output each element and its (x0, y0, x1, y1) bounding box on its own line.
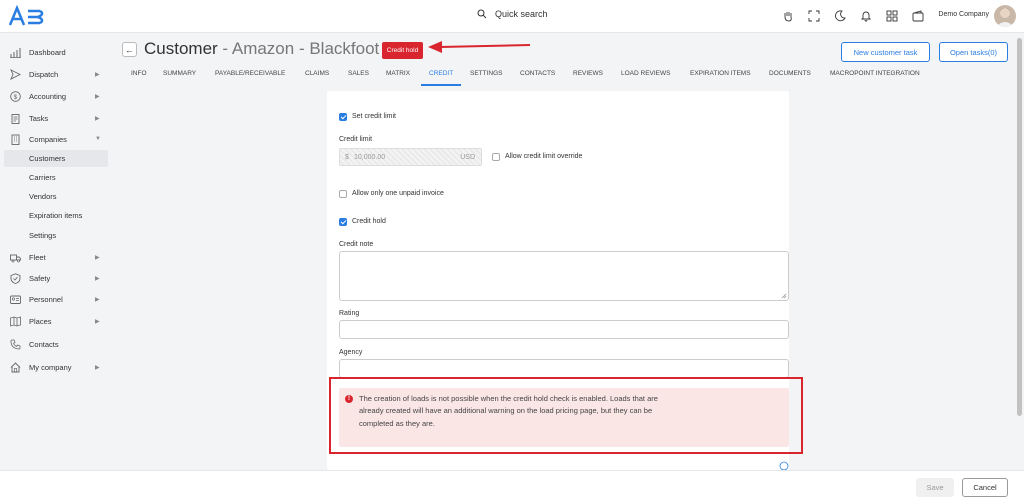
credit-hold-badge: Credit hold (382, 42, 423, 59)
building-icon (11, 134, 20, 145)
tab-contacts[interactable]: CONTACTS (520, 70, 555, 77)
credit-note-textarea[interactable] (339, 251, 789, 301)
fullscreen-icon[interactable] (808, 10, 820, 22)
credit-limit-input[interactable]: $ 10,000.00 USD (339, 148, 482, 166)
set-credit-limit-checkbox[interactable] (339, 113, 347, 121)
save-button[interactable]: Save (916, 478, 954, 497)
quick-search[interactable]: Quick search (477, 9, 548, 19)
arrow-left-icon: ← (125, 44, 134, 55)
search-icon (477, 9, 487, 19)
tab-payable-receivable[interactable]: PAYABLE/RECEIVABLE (215, 70, 285, 77)
page-title: Customer - Amazon - Blackfoot (144, 39, 380, 58)
sidebar-item-companies[interactable]: Companies ▼ (0, 130, 113, 148)
cancel-button[interactable]: Cancel (962, 478, 1008, 497)
rating-label: Rating (339, 310, 360, 317)
moon-icon[interactable] (834, 10, 846, 22)
sidebar-item-my-company[interactable]: My company ▶ (0, 358, 113, 376)
sidebar-item-contacts[interactable]: Contacts (0, 335, 113, 353)
top-bar: Quick search Demo Company (0, 0, 1024, 33)
set-credit-limit-label: Set credit limit (352, 113, 396, 120)
sidebar-item-tasks[interactable]: Tasks ▶ (0, 109, 113, 127)
open-tasks-button[interactable]: Open tasks(0) (939, 42, 1008, 62)
tab-load-reviews[interactable]: LOAD REVIEWS (621, 70, 670, 77)
sidebar-item-dispatch[interactable]: Dispatch ▶ (0, 65, 113, 83)
bell-icon[interactable] (860, 10, 872, 22)
resize-handle-icon (781, 293, 787, 299)
tab-info[interactable]: INFO (131, 70, 147, 77)
active-tab-indicator (421, 84, 461, 86)
clipboard-icon (11, 113, 20, 124)
wallet-icon[interactable] (912, 10, 924, 22)
chevron-right-icon: ▶ (95, 364, 100, 371)
credit-hold-label: Credit hold (352, 218, 386, 225)
chevron-right-icon: ▶ (95, 93, 100, 100)
shield-icon (10, 272, 21, 284)
credit-note-label: Credit note (339, 241, 374, 248)
dollar-icon: $ (10, 90, 21, 102)
app-logo[interactable] (7, 5, 47, 27)
tab-expiration-items[interactable]: EXPIRATION ITEMS (690, 70, 751, 77)
svg-text:$: $ (14, 94, 18, 101)
allow-credit-limit-override-checkbox[interactable] (492, 153, 500, 161)
sidebar-sub-expiration-items[interactable]: Expiration items (4, 207, 108, 224)
allow-one-unpaid-invoice-label: Allow only one unpaid invoice (352, 190, 444, 197)
chevron-right-icon: ▶ (95, 115, 100, 122)
search-label: Quick search (495, 9, 548, 19)
company-name[interactable]: Demo Company (938, 11, 989, 18)
id-card-icon (10, 295, 21, 304)
home-icon (10, 361, 21, 372)
send-icon (10, 68, 21, 80)
sidebar-sub-carriers[interactable]: Carriers (4, 169, 108, 186)
chevron-right-icon: ▶ (95, 275, 100, 282)
tab-documents[interactable]: DOCUMENTS (769, 70, 811, 77)
chevron-right-icon: ▶ (95, 318, 100, 325)
agency-input[interactable] (339, 359, 789, 378)
scrollbar-thumb[interactable] (1017, 38, 1022, 416)
sidebar-item-places[interactable]: Places ▶ (0, 312, 113, 330)
tab-credit[interactable]: CREDIT (429, 70, 453, 77)
sidebar-item-fleet[interactable]: Fleet ▶ (0, 248, 113, 266)
tab-reviews[interactable]: REVIEWS (573, 70, 603, 77)
chevron-right-icon: ▶ (95, 254, 100, 261)
annotation-arrow (428, 41, 531, 53)
phone-icon (10, 339, 21, 349)
footer-bar: Save Cancel (0, 470, 1024, 503)
chevron-right-icon: ▶ (95, 296, 100, 303)
tab-sales[interactable]: SALES (348, 70, 369, 77)
main-content: ← Customer - Amazon - Blackfoot Credit h… (113, 33, 1015, 471)
tab-matrix[interactable]: MATRIX (386, 70, 410, 77)
truck-icon (10, 254, 21, 262)
chart-icon (10, 47, 21, 58)
sidebar-sub-settings[interactable]: Settings (4, 227, 108, 244)
sidebar-sub-customers[interactable]: Customers (4, 150, 108, 167)
tab-summary[interactable]: SUMMARY (163, 70, 196, 77)
allow-credit-limit-override-label: Allow credit limit override (505, 153, 583, 160)
avatar[interactable] (994, 5, 1016, 27)
chevron-right-icon: ▶ (95, 71, 100, 78)
chevron-down-icon: ▼ (95, 136, 101, 142)
sidebar-sub-vendors[interactable]: Vendors (4, 188, 108, 205)
rating-input[interactable] (339, 320, 789, 339)
card-cutoff-row (339, 455, 789, 471)
annotation-highlight-box (329, 377, 803, 454)
agency-label: Agency (339, 349, 363, 356)
sidebar-item-personnel[interactable]: Personnel ▶ (0, 290, 113, 308)
sidebar: Dashboard Dispatch ▶ $ Accounting ▶ Task… (0, 33, 113, 470)
allow-one-unpaid-invoice-checkbox[interactable] (339, 190, 347, 198)
sidebar-item-safety[interactable]: Safety ▶ (0, 269, 113, 287)
apps-grid-icon[interactable] (886, 10, 898, 22)
page-scrollbar[interactable] (1015, 33, 1024, 470)
hand-icon[interactable] (782, 10, 794, 22)
sidebar-item-dashboard[interactable]: Dashboard (0, 43, 113, 61)
map-icon (10, 315, 21, 327)
tab-settings[interactable]: SETTINGS (470, 70, 503, 77)
credit-hold-checkbox[interactable] (339, 218, 347, 226)
tab-macropoint-integration[interactable]: MACROPOINT INTEGRATION (830, 70, 920, 77)
credit-limit-label: Credit limit (339, 136, 373, 143)
new-customer-task-button[interactable]: New customer task (841, 42, 930, 62)
sidebar-item-accounting[interactable]: $ Accounting ▶ (0, 87, 113, 105)
back-button[interactable]: ← (122, 42, 137, 57)
tab-claims[interactable]: CLAIMS (305, 70, 329, 77)
